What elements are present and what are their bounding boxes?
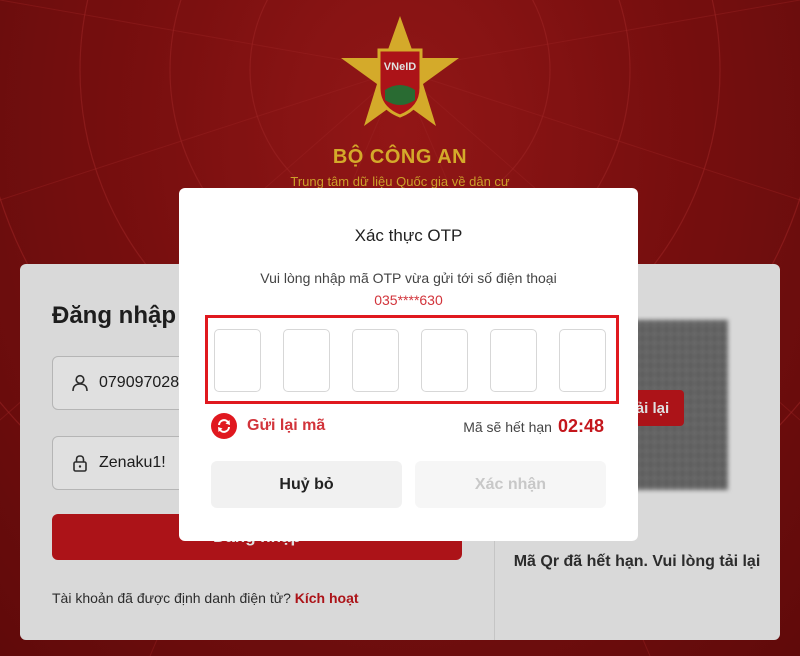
otp-digit-1[interactable] xyxy=(214,329,261,392)
otp-instruction: Vui lòng nhập mã OTP vừa gửi tới số điện… xyxy=(260,270,557,286)
resend-label: Gửi lại mã xyxy=(247,417,326,434)
otp-digit-2[interactable] xyxy=(283,329,330,392)
resend-icon xyxy=(211,413,237,439)
otp-digit-3[interactable] xyxy=(352,329,399,392)
resend-code-button[interactable]: Gửi lại mã xyxy=(211,413,325,439)
expire-label: Mã sẽ hết hạn xyxy=(463,419,552,435)
otp-digit-5[interactable] xyxy=(490,329,537,392)
otp-modal: Xác thực OTP Vui lòng nhập mã OTP vừa gử… xyxy=(179,188,638,541)
cancel-button[interactable]: Huỷ bỏ xyxy=(211,461,402,508)
modal-title: Xác thực OTP xyxy=(354,226,463,245)
otp-input-group xyxy=(205,315,619,404)
otp-expiry: Mã sẽ hết hạn 02:48 xyxy=(463,416,604,437)
confirm-button[interactable]: Xác nhận xyxy=(415,461,606,508)
otp-digit-6[interactable] xyxy=(559,329,606,392)
countdown-timer: 02:48 xyxy=(557,416,604,436)
otp-digit-4[interactable] xyxy=(421,329,468,392)
masked-phone: 035****630 xyxy=(374,292,443,308)
